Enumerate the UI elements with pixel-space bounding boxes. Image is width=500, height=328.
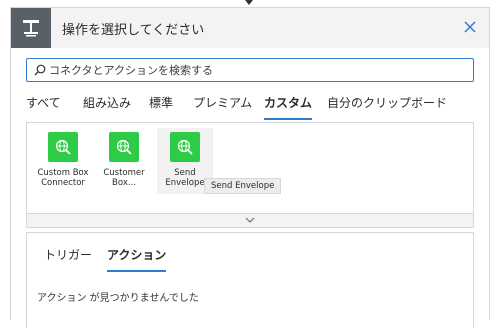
connector-icon bbox=[170, 132, 200, 162]
connector-grid: Custom Box Connector Customer Box... Sen… bbox=[26, 122, 474, 214]
tab-custom[interactable]: カスタム bbox=[264, 94, 313, 120]
globe-search-icon bbox=[116, 139, 132, 155]
connector-tooltip: Send Envelope bbox=[204, 178, 282, 194]
connector-tile-customer-box[interactable]: Customer Box... bbox=[96, 132, 152, 188]
operation-icon bbox=[23, 20, 39, 37]
globe-search-icon bbox=[55, 139, 71, 155]
connector-icon bbox=[109, 132, 139, 162]
connector-label: Custom Box Connector bbox=[37, 168, 89, 188]
dialog-title: 操作を選択してください bbox=[62, 23, 205, 38]
connector-icon bbox=[48, 132, 78, 162]
close-button[interactable] bbox=[461, 18, 479, 36]
tab-triggers[interactable]: トリガー bbox=[44, 246, 92, 270]
pointer-caret bbox=[245, 0, 253, 5]
operation-icon-box bbox=[11, 8, 51, 48]
expand-connectors-button[interactable] bbox=[26, 214, 474, 228]
empty-state-message: アクション が見つかりませんでした bbox=[37, 293, 199, 304]
globe-search-icon bbox=[177, 139, 193, 155]
tab-all[interactable]: すべて bbox=[26, 94, 61, 118]
chevron-down-icon bbox=[245, 217, 255, 223]
tab-standard[interactable]: 標準 bbox=[149, 94, 173, 118]
connector-label: Customer Box... bbox=[103, 168, 145, 188]
tab-my-clipboard[interactable]: 自分のクリップボード bbox=[327, 94, 447, 118]
search-box bbox=[26, 58, 474, 82]
dialog-header: 操作を選択してください bbox=[11, 8, 489, 48]
search-input[interactable] bbox=[49, 61, 467, 79]
search-icon bbox=[34, 64, 46, 76]
tab-actions[interactable]: アクション bbox=[107, 246, 167, 272]
tab-premium[interactable]: プレミアム bbox=[193, 94, 252, 118]
connector-tile-custom-box-connector[interactable]: Custom Box Connector bbox=[35, 132, 91, 188]
close-icon bbox=[464, 21, 476, 33]
operations-panel: トリガー アクション アクション が見つかりませんでした bbox=[26, 232, 474, 328]
action-picker-dialog: 操作を選択してください すべて 組み込み 標準 プレミアム カスタム 自分のクリ… bbox=[10, 7, 490, 328]
tab-built-in[interactable]: 組み込み bbox=[83, 94, 131, 118]
